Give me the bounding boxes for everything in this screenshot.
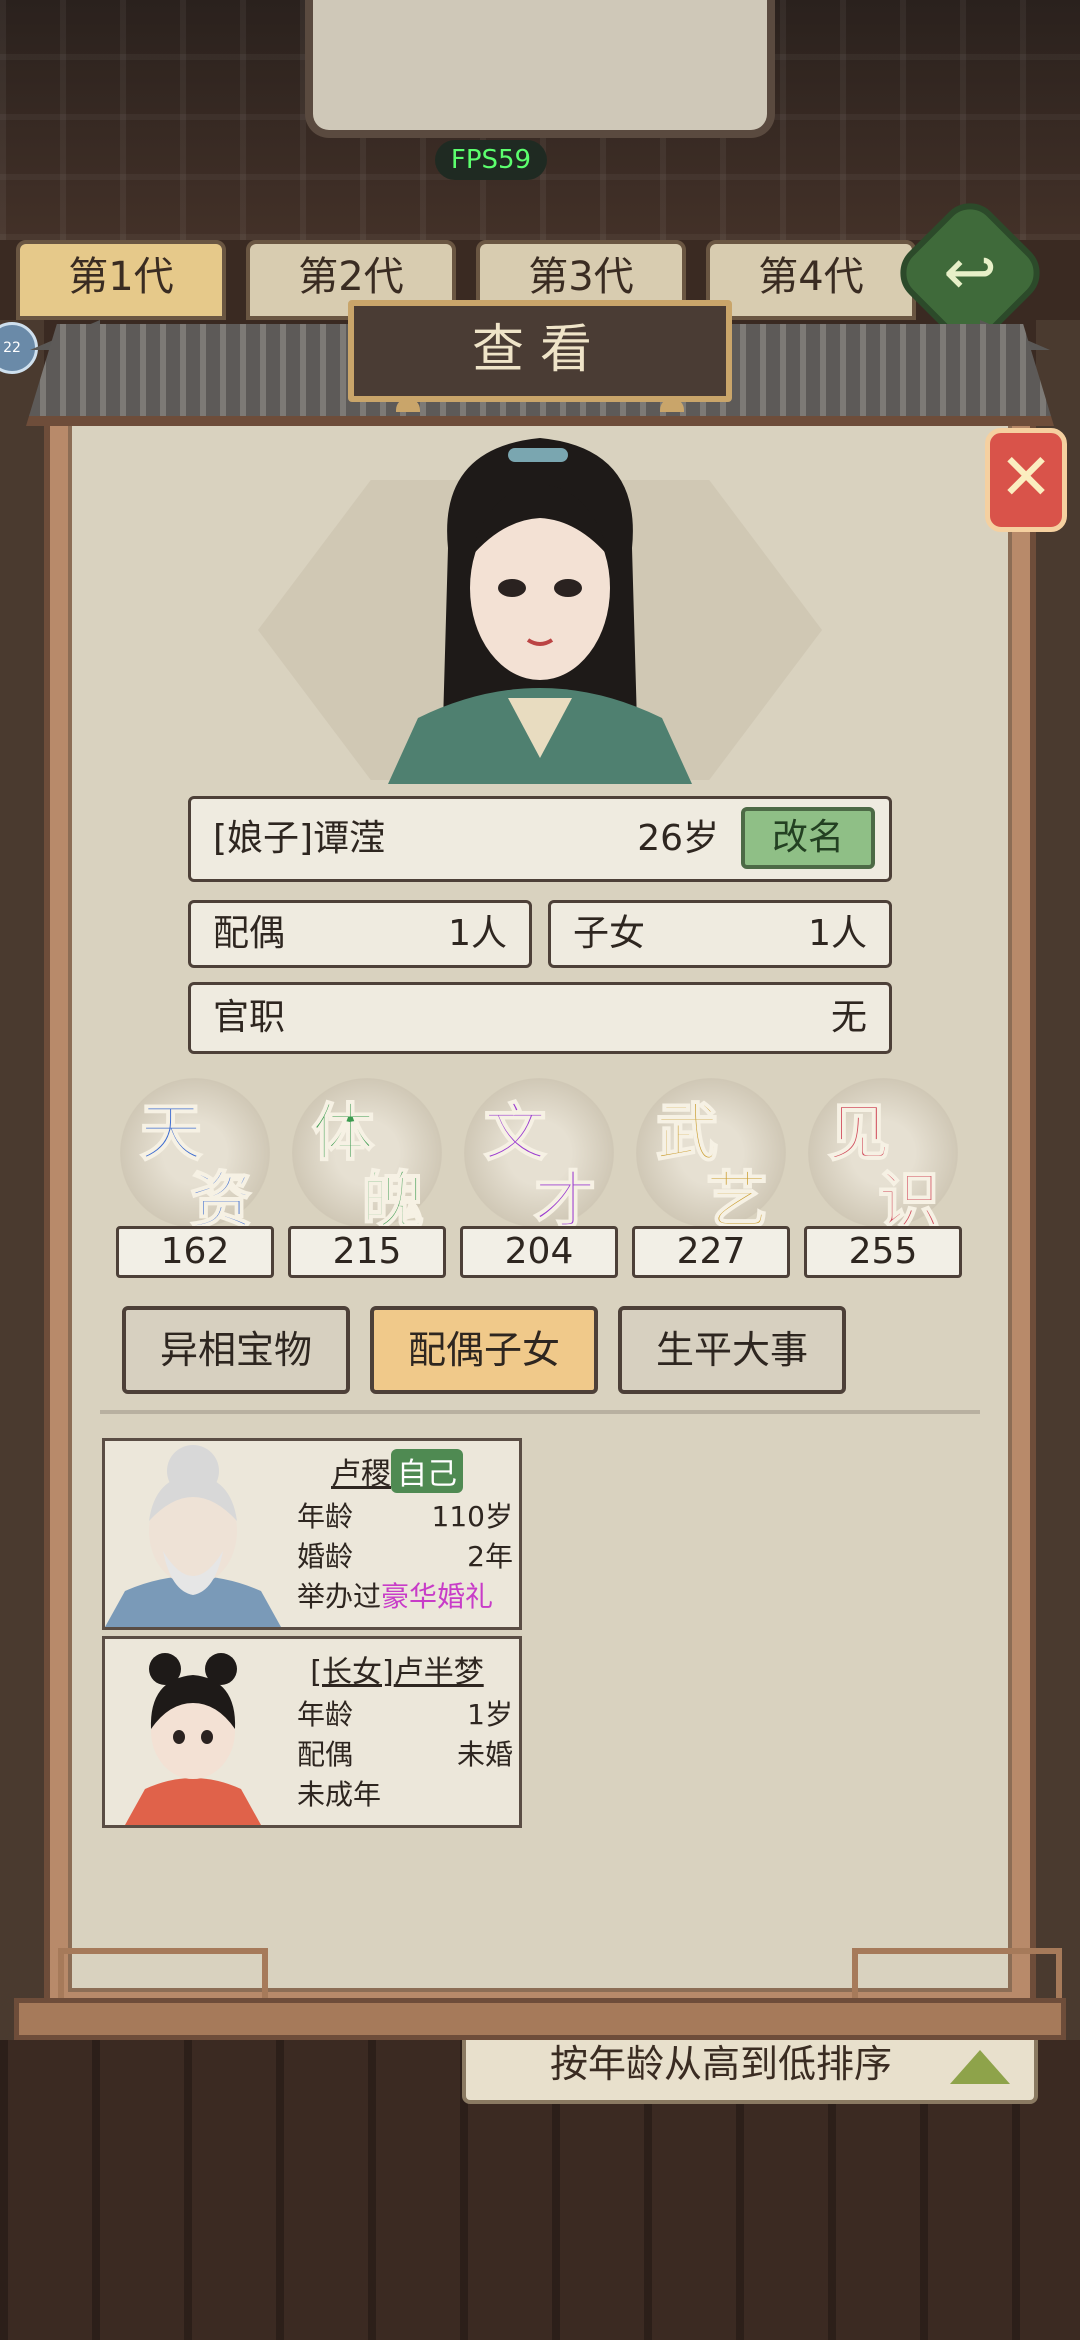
character-age: 26岁 — [637, 818, 719, 859]
age-value: 1岁 — [467, 1698, 513, 1731]
dialog-title: 查看 — [348, 300, 732, 412]
tab-treasures[interactable]: 异相宝物 — [122, 1306, 350, 1394]
age-label: 年龄 — [297, 1698, 354, 1731]
minor-status: 未成年 — [297, 1778, 382, 1811]
stat-talent-value: 162 — [116, 1226, 274, 1278]
background-side-right — [1036, 320, 1080, 2040]
self-badge: 自己 — [391, 1449, 463, 1493]
spouse-row: 配偶 1人 — [188, 900, 532, 968]
children-count: 1人 — [808, 913, 867, 954]
stat-martial-value: 227 — [632, 1226, 790, 1278]
generation-tab-4[interactable]: 第4代 — [706, 240, 916, 320]
close-button[interactable]: ✕ — [985, 428, 1067, 532]
fps-counter: FPS59 — [435, 140, 547, 180]
frame-fret-left — [58, 1948, 268, 2000]
triangle-up-icon — [950, 2050, 1010, 2084]
name-row: [娘子]谭滢 26岁 改名 — [188, 796, 892, 882]
sort-label: 按年龄从高到低排序 — [550, 2042, 893, 2086]
tab-life-events[interactable]: 生平大事 — [618, 1306, 846, 1394]
spouse-label: 配偶 — [213, 913, 286, 954]
character-portrait — [388, 438, 692, 784]
dialog-bottom-rail — [14, 1998, 1066, 2040]
wedding-note: 举办过豪华婚礼 — [297, 1575, 537, 1615]
marriage-years-value: 2年 — [467, 1540, 513, 1573]
stat-physique-value: 215 — [288, 1226, 446, 1278]
marriage-years-label: 婚龄 — [297, 1540, 354, 1573]
portrait-child — [125, 1653, 261, 1825]
office-label: 官职 — [213, 997, 286, 1038]
family-card-self[interactable]: 卢稷 自己 年龄 110岁 婚龄 2年 举办过豪华婚礼 — [102, 1438, 522, 1630]
tab-spouse-children[interactable]: 配偶子女 — [370, 1306, 598, 1394]
age-row: 年龄 1岁 — [297, 1693, 513, 1733]
background-side-left — [0, 320, 44, 2040]
age-label: 年龄 — [297, 1500, 354, 1533]
family-name: 卢稷 — [331, 1457, 391, 1492]
spouse-status-value: 未婚 — [456, 1738, 513, 1771]
return-arrow-icon: ↩ — [943, 236, 997, 310]
frame-fret-right — [852, 1948, 1062, 2000]
family-name: 卢半梦 — [393, 1655, 484, 1690]
children-row: 子女 1人 — [548, 900, 892, 968]
wedding-note-highlight: 豪华婚礼 — [381, 1580, 494, 1613]
spouse-status-row: 配偶 未婚 — [297, 1733, 513, 1773]
marriage-years-row: 婚龄 2年 — [297, 1535, 513, 1575]
age-row: 年龄 110岁 — [297, 1495, 513, 1535]
family-card-daughter[interactable]: [长女]卢半梦 年龄 1岁 配偶 未婚 未成年 — [102, 1636, 522, 1828]
character-name: [娘子]谭滢 — [213, 818, 386, 859]
family-title: [长女] — [310, 1655, 394, 1690]
wedding-note-prefix: 举办过 — [297, 1580, 382, 1613]
stat-insight-value: 255 — [804, 1226, 962, 1278]
age-value: 110岁 — [431, 1500, 513, 1533]
spouse-count: 1人 — [448, 913, 507, 954]
section-divider — [100, 1410, 980, 1414]
spouse-status-label: 配偶 — [297, 1738, 354, 1771]
children-label: 子女 — [573, 913, 646, 954]
stat-literary-value: 204 — [460, 1226, 618, 1278]
office-value: 无 — [830, 997, 867, 1038]
background-painting — [305, 0, 775, 138]
close-icon: ✕ — [999, 441, 1053, 515]
rename-button[interactable]: 改名 — [741, 807, 875, 869]
portrait-elder — [105, 1445, 281, 1627]
generation-tab-1[interactable]: 第1代 — [16, 240, 226, 320]
office-row: 官职 无 — [188, 982, 892, 1054]
